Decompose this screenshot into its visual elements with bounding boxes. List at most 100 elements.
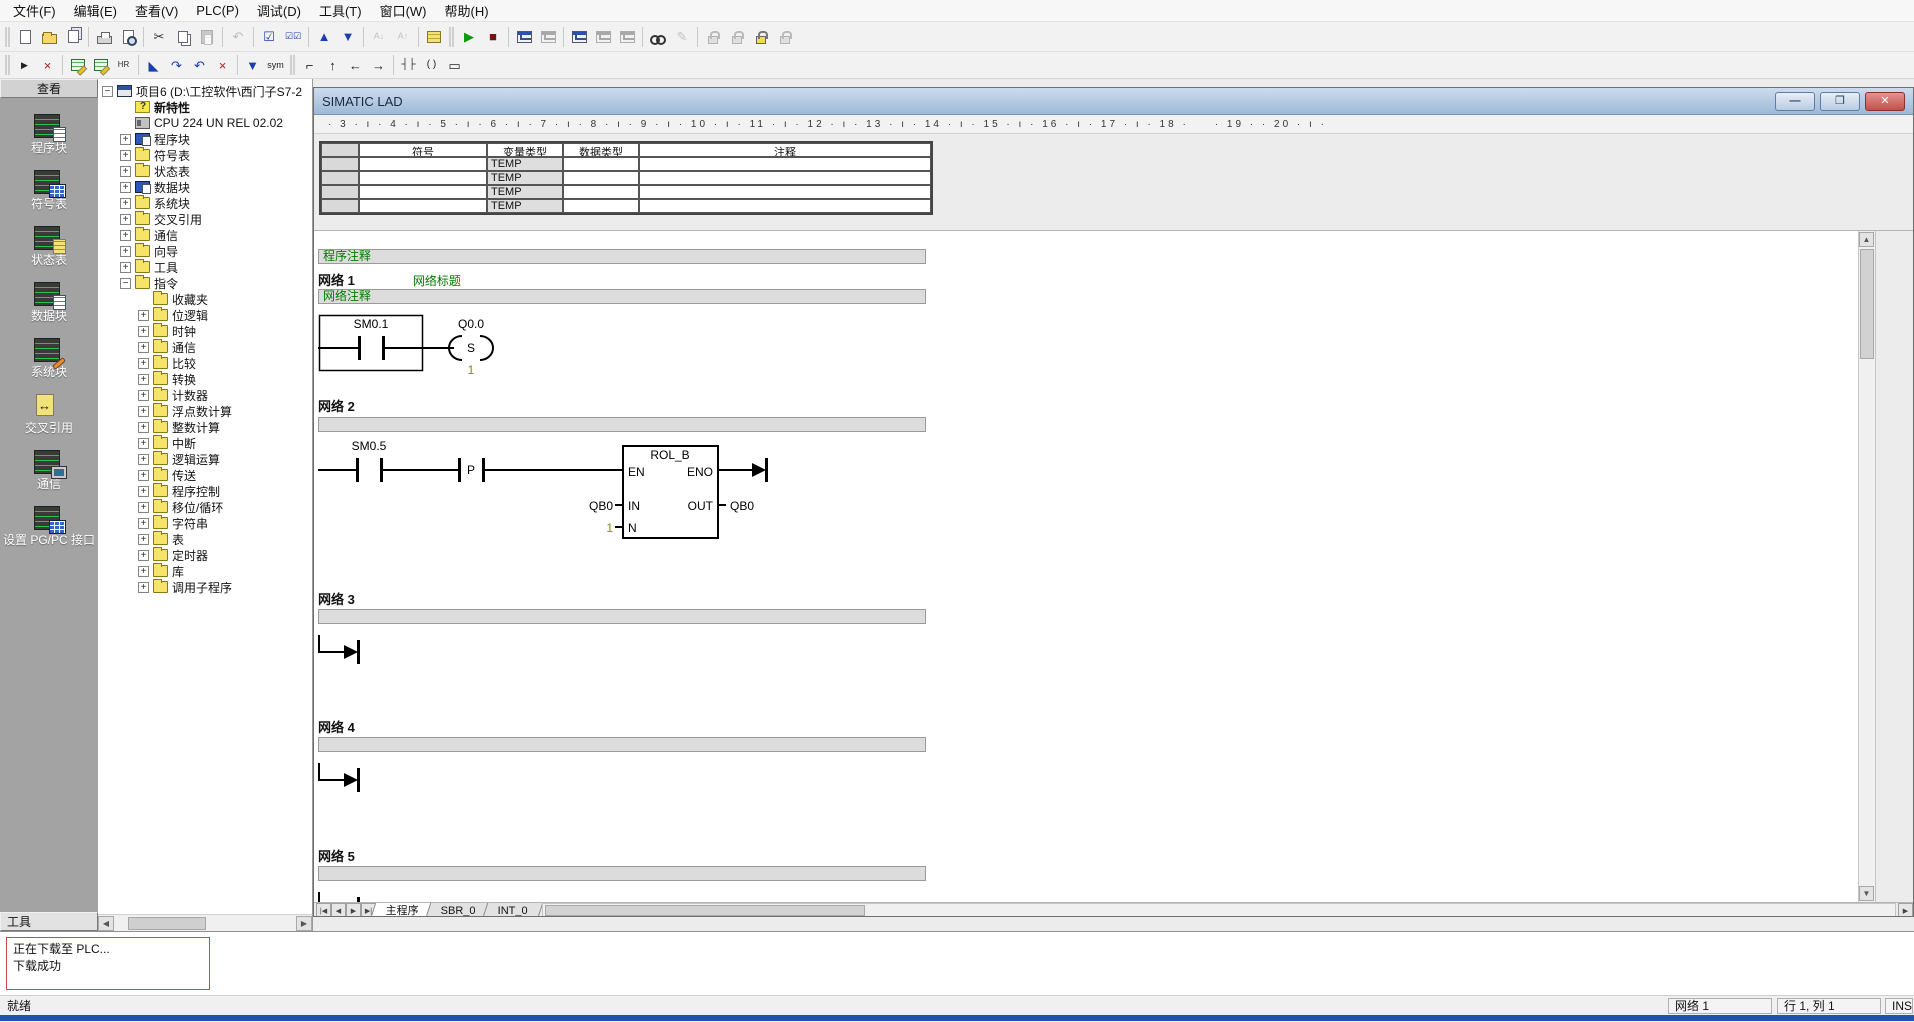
tree-item-位逻辑[interactable]: +位逻辑 [98, 307, 312, 323]
bookmark-clear-button[interactable]: × [36, 54, 59, 76]
network-2-ladder[interactable]: SM0.5 P ROL_B [318, 436, 1138, 544]
cell-var-type[interactable]: TEMP [487, 199, 563, 213]
cell-symbol[interactable] [359, 171, 487, 185]
tree-item-交叉引用[interactable]: +交叉引用 [98, 211, 312, 227]
new-file-button[interactable] [13, 25, 37, 49]
tree-expander-icon[interactable]: + [138, 518, 149, 529]
cell-symbol[interactable] [359, 185, 487, 199]
menu-编辑[interactable]: 编辑(E) [65, 0, 126, 22]
line-down-button[interactable]: ⌐ [298, 54, 321, 76]
restore-button[interactable]: ❐ [1820, 92, 1860, 111]
insert-coil-button[interactable]: ( ) [420, 54, 443, 76]
copy-button[interactable] [171, 25, 195, 49]
tab-scroll-prev-icon[interactable]: ◀ [331, 903, 346, 916]
cell-data-type[interactable] [563, 185, 639, 199]
nav-item-设置 PG/PC 接口[interactable]: 设置 PG/PC 接口 [3, 506, 95, 547]
forward-network-button[interactable]: ↶ [188, 54, 211, 76]
scroll-right-icon[interactable]: ▶ [1898, 903, 1913, 916]
lad-window-titlebar[interactable]: SIMATIC LAD — ❐ ✕ [314, 88, 1913, 115]
tree-item-收藏夹[interactable]: 收藏夹 [98, 291, 312, 307]
line-right-button[interactable]: → [367, 54, 390, 76]
cell-data-type[interactable] [563, 157, 639, 171]
cell-var-type[interactable]: TEMP [487, 157, 563, 171]
rewind-network-button[interactable]: ↷ [165, 54, 188, 76]
tree-expander-icon[interactable]: + [138, 438, 149, 449]
bookmark-next-button[interactable]: ▶ [13, 54, 36, 76]
positive-edge-contact[interactable]: P [458, 458, 485, 482]
download-button[interactable]: ▼ [336, 25, 360, 49]
cell-symbol[interactable] [359, 157, 487, 171]
tab-scroll-first-icon[interactable]: |◀ [316, 903, 331, 916]
tree-item-通信[interactable]: +通信 [98, 227, 312, 243]
insert-box-button[interactable]: ▭ [443, 54, 466, 76]
menu-查看[interactable]: 查看(V) [126, 0, 187, 22]
print-button[interactable] [92, 25, 116, 49]
cell-data-type[interactable] [563, 171, 639, 185]
save-all-button[interactable] [61, 25, 85, 49]
tree-item-定时器[interactable]: +定时器 [98, 547, 312, 563]
network-2-comment-bar[interactable] [318, 417, 926, 432]
nav-item-状态表[interactable]: 状态表 [3, 226, 95, 267]
tree-item-转换[interactable]: +转换 [98, 371, 312, 387]
tree-item-工具[interactable]: +工具 [98, 259, 312, 275]
cell-comment[interactable] [639, 199, 931, 213]
tab-scroll-next-icon[interactable]: ▶ [346, 903, 361, 916]
symbol-info-table-button[interactable]: ▼ [241, 54, 264, 76]
minimize-button[interactable]: — [1775, 92, 1815, 111]
scroll-right-icon[interactable]: ▶ [296, 916, 312, 931]
tree-item-逻辑运算[interactable]: +逻辑运算 [98, 451, 312, 467]
insert-network-button[interactable]: ◣ [142, 54, 165, 76]
tree-item-计数器[interactable]: +计数器 [98, 387, 312, 403]
coil-q00[interactable]: S Q0.0 1 [449, 317, 493, 377]
tab-INT_0[interactable]: INT_0 [481, 903, 543, 916]
menu-文件[interactable]: 文件(F) [4, 0, 65, 22]
tree-item-数据块[interactable]: +数据块 [98, 179, 312, 195]
line-left-button[interactable]: ← [344, 54, 367, 76]
tree-item-通信[interactable]: +通信 [98, 339, 312, 355]
tree-expander-icon[interactable]: + [138, 566, 149, 577]
scroll-left-icon[interactable]: ◀ [98, 916, 114, 931]
line-up-button[interactable]: ↑ [321, 54, 344, 76]
tree-item-比较[interactable]: +比较 [98, 355, 312, 371]
menu-工具[interactable]: 工具(T) [310, 0, 371, 22]
tree-expander-icon[interactable]: + [138, 326, 149, 337]
tree-horizontal-scrollbar[interactable]: ◀ ▶ [98, 914, 312, 931]
scrollbar-thumb[interactable] [1860, 249, 1874, 359]
scrollbar-thumb[interactable] [545, 905, 865, 916]
tree-expander-icon[interactable]: + [120, 214, 131, 225]
tree-item-指令[interactable]: −指令 [98, 275, 312, 291]
tree-item-库[interactable]: +库 [98, 563, 312, 579]
open-file-button[interactable] [37, 25, 61, 49]
tree-expander-icon[interactable]: + [138, 358, 149, 369]
compile-all-button[interactable]: ☑☑ [281, 25, 305, 49]
stop-button[interactable]: ■ [481, 25, 505, 49]
network-1-ladder[interactable]: SM0.1 S Q0.0 1 [318, 308, 938, 380]
tree-expander-icon[interactable]: + [120, 198, 131, 209]
tree-item-浮点数计算[interactable]: +浮点数计算 [98, 403, 312, 419]
symbol-table-edit-button[interactable] [89, 54, 112, 76]
out-operand[interactable]: QB0 [730, 499, 754, 513]
cell-var-type[interactable]: TEMP [487, 171, 563, 185]
close-button[interactable]: ✕ [1865, 92, 1905, 111]
upload-button[interactable]: ▲ [312, 25, 336, 49]
rol-b-box[interactable]: ROL_B EN ENO IN N OUT [623, 446, 718, 538]
tree-item-状态表[interactable]: +状态表 [98, 163, 312, 179]
tree-expander-icon[interactable]: + [138, 406, 149, 417]
tab-SBR_0[interactable]: SBR_0 [424, 903, 491, 916]
tab-主程序[interactable]: 主程序 [369, 903, 434, 916]
row-header[interactable] [321, 171, 359, 185]
tree-expander-icon[interactable]: − [120, 278, 131, 289]
tree-expander-icon[interactable]: + [138, 502, 149, 513]
address-toggle-button[interactable]: HR [112, 54, 135, 76]
cell-symbol[interactable] [359, 199, 487, 213]
tree-expander-icon[interactable]: + [120, 134, 131, 145]
tree-expander-icon[interactable]: + [138, 486, 149, 497]
tree-item-移位/循环[interactable]: +移位/循环 [98, 499, 312, 515]
tree-item-新特性[interactable]: 新特性 [98, 99, 312, 115]
nav-item-程序块[interactable]: 程序块 [3, 114, 95, 155]
nav-item-数据块[interactable]: 数据块 [3, 282, 95, 323]
tree-expander-icon[interactable]: + [120, 182, 131, 193]
nav-item-符号表[interactable]: 符号表 [3, 170, 95, 211]
row-header[interactable] [321, 157, 359, 171]
tree-item-CPU 224 UN REL 02.02[interactable]: CPU 224 UN REL 02.02 [98, 115, 312, 131]
